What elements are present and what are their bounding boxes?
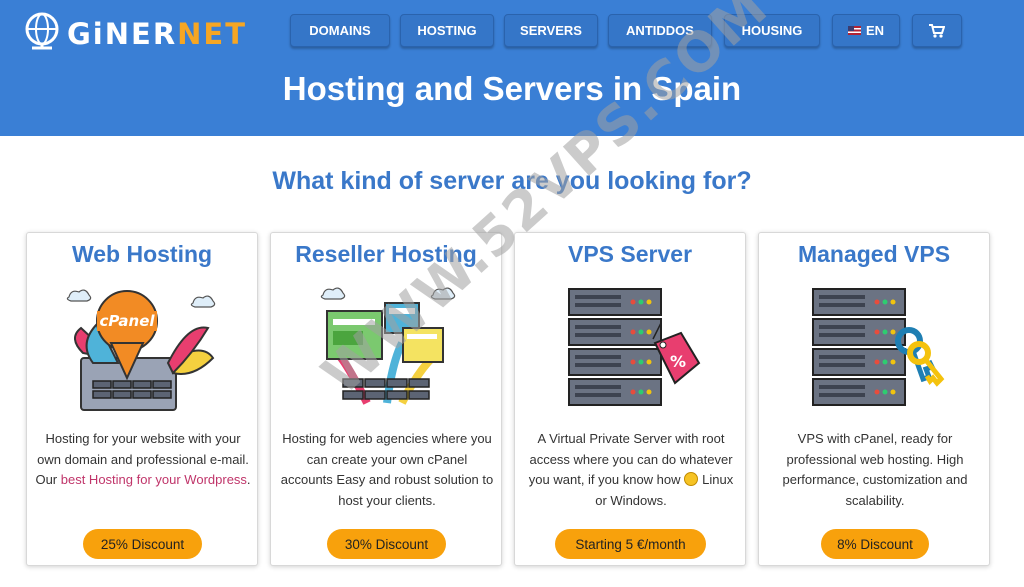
discount-badge[interactable]: 8% Discount [821, 529, 929, 559]
header: GiNERNET DOMAINS HOSTING SERVERS ANTIDDO… [0, 0, 1024, 136]
nav-label: SERVERS [520, 23, 582, 38]
server-rack-keys-illustration [812, 288, 945, 406]
discount-badge[interactable]: 25% Discount [83, 529, 202, 559]
card-description: Hosting for your website with your own d… [35, 429, 251, 491]
price-badge[interactable]: Starting 5 €/month [555, 529, 706, 559]
card-title: Web Hosting [71, 241, 213, 267]
cpanel-hosting-illustration: cPanel [66, 289, 216, 411]
card-description-text: . [246, 472, 251, 487]
nav-domains[interactable]: DOMAINS [290, 14, 390, 47]
language-selector[interactable]: EN [832, 14, 900, 47]
globe-logo-icon [25, 12, 59, 50]
nav-servers[interactable]: SERVERS [504, 14, 598, 47]
svg-text:%: % [670, 352, 686, 371]
card-title: VPS Server [567, 241, 693, 267]
server-rack-tag-illustration: % [568, 288, 701, 406]
language-label: EN [865, 23, 885, 38]
card-title: Managed VPS [797, 241, 951, 267]
nav-label: DOMAINS [309, 23, 371, 38]
card-vps-server[interactable]: VPS Server % A Virtual Private Server wi… [514, 232, 746, 566]
discount-badge[interactable]: 30% Discount [327, 529, 446, 559]
wordpress-hosting-link[interactable]: best Hosting for your Wordpress [61, 472, 247, 487]
brand-name-accent: NET [177, 17, 248, 51]
brand-name: GiNER [67, 17, 178, 51]
page-title: Hosting and Servers in Spain [282, 70, 742, 107]
nav-label: HOSTING [417, 23, 477, 38]
card-description: A Virtual Private Server with root acces… [523, 429, 739, 511]
svg-text:cPanel: cPanel [99, 312, 155, 330]
card-managed-vps[interactable]: Managed VPS VPS with cPanel, ready for p… [758, 232, 990, 566]
card-description: VPS with cPanel, ready for professional … [782, 431, 968, 508]
nav-hosting[interactable]: HOSTING [400, 14, 494, 47]
us-flag-icon [847, 26, 861, 35]
logo[interactable]: GiNERNET [20, 8, 245, 54]
smiley-icon [684, 472, 699, 486]
cart-button[interactable] [912, 14, 962, 47]
card-description: Hosting for web agencies where you can c… [280, 431, 494, 508]
card-web-hosting[interactable]: Web Hosting cPanel Hosting for your webs… [26, 232, 258, 566]
cart-icon [929, 23, 945, 38]
